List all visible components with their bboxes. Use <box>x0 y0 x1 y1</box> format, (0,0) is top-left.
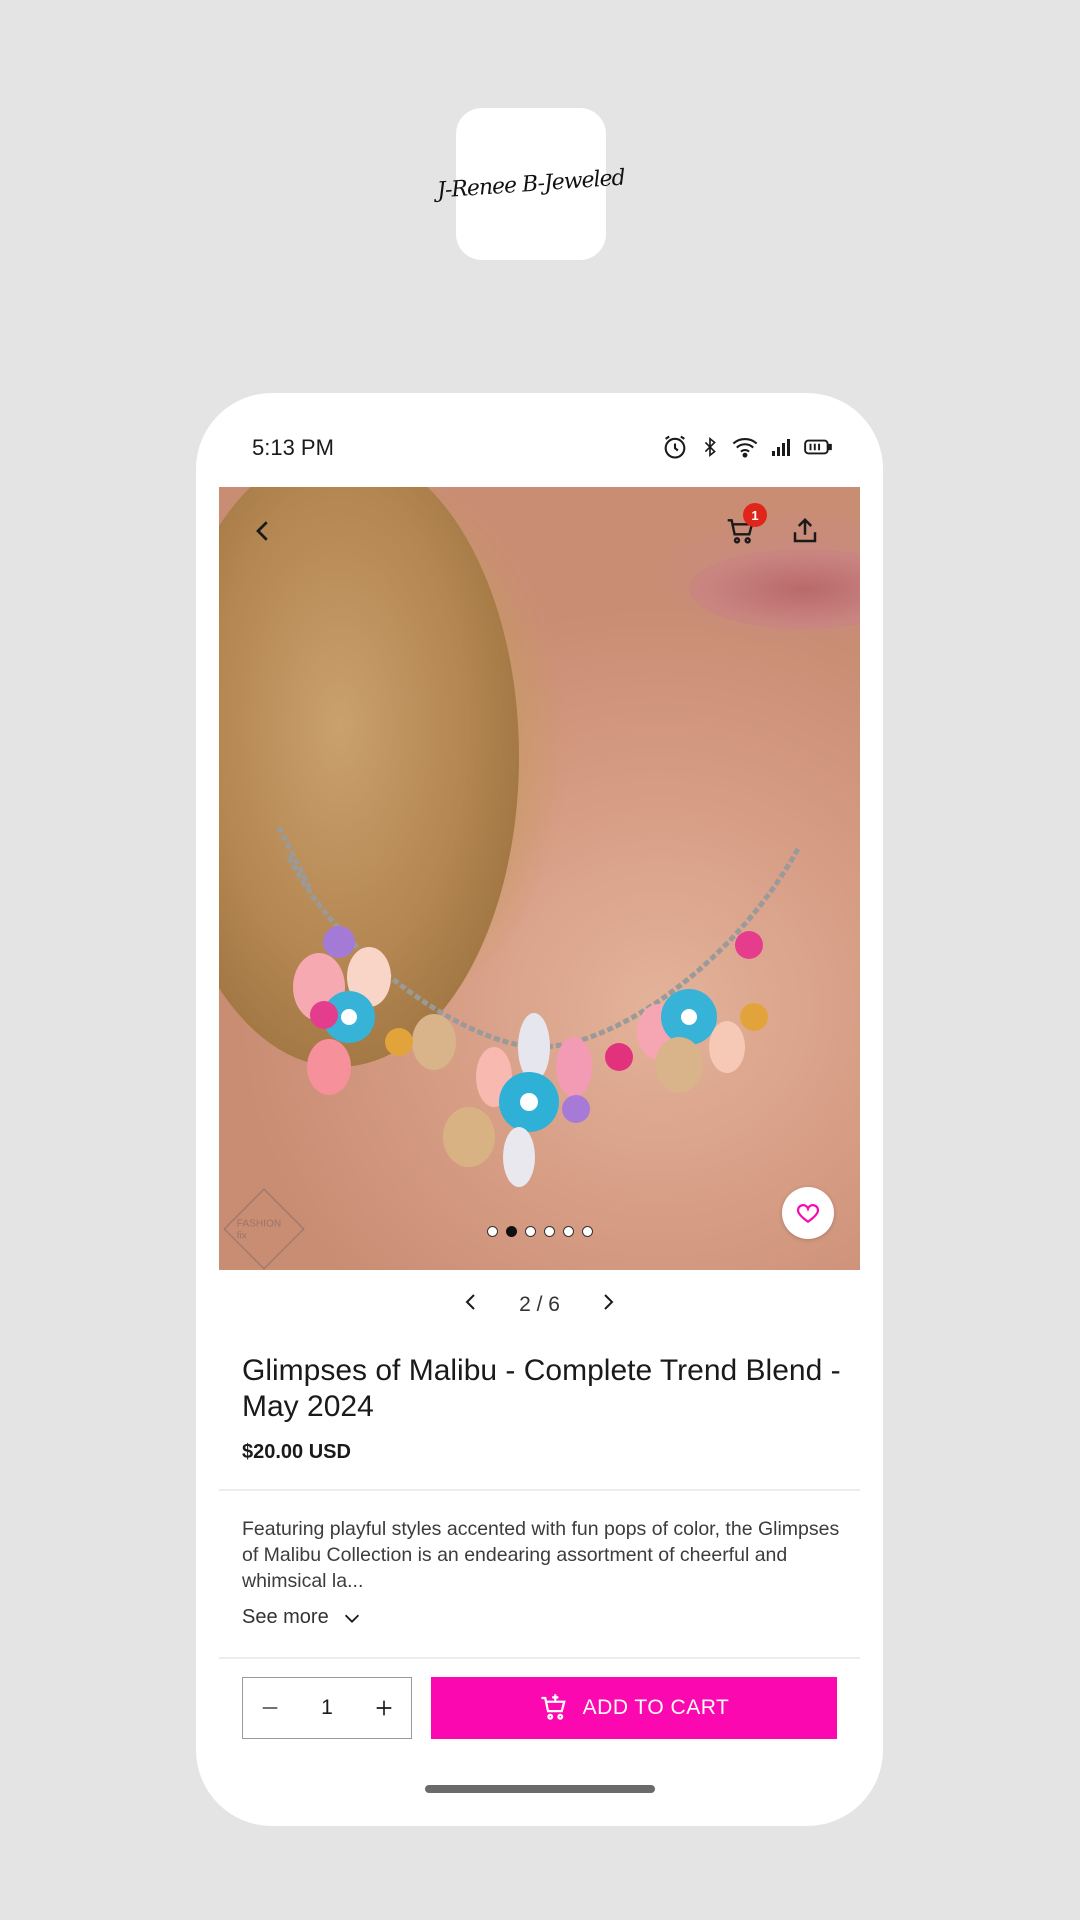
battery-icon <box>804 439 832 455</box>
add-to-cart-button[interactable]: ADD TO CART <box>431 1677 837 1739</box>
gallery-dot[interactable] <box>562 1226 574 1237</box>
quantity-value[interactable]: 1 <box>321 1696 333 1720</box>
chevron-right-icon <box>604 1294 614 1310</box>
brand-logo: J-Renee B-Jeweled <box>436 108 626 260</box>
decrease-quantity-button[interactable] <box>255 1693 285 1723</box>
add-to-cart-icon <box>541 1694 566 1720</box>
share-icon <box>793 517 817 543</box>
product-image-gallery[interactable]: 1 FASHION fix <box>219 487 860 1270</box>
add-to-cart-label: ADD TO CART <box>582 1696 730 1719</box>
home-indicator[interactable] <box>425 1785 655 1793</box>
gallery-dot[interactable] <box>581 1226 593 1237</box>
share-button[interactable] <box>781 507 829 555</box>
status-time: 5:13 PM <box>252 435 334 460</box>
chevron-left-icon <box>256 521 268 541</box>
status-icons <box>661 433 833 461</box>
gallery-dot[interactable] <box>543 1226 555 1237</box>
bluetooth-icon <box>704 437 716 457</box>
gallery-dot-active[interactable] <box>505 1226 517 1237</box>
increase-quantity-button[interactable] <box>369 1693 399 1723</box>
necklace-graphic <box>276 825 802 1187</box>
back-button[interactable] <box>239 507 287 555</box>
wifi-icon <box>732 437 758 458</box>
cart-button[interactable]: 1 <box>717 503 767 555</box>
divider <box>219 1489 860 1491</box>
quantity-stepper: 1 <box>242 1677 412 1739</box>
phone-frame: 5:13 PM 1 FASHION fix 2 / 6 Glimpses of … <box>196 393 883 1826</box>
next-image-button[interactable] <box>596 1290 620 1319</box>
gallery-dot[interactable] <box>486 1226 498 1237</box>
product-description: Featuring playful styles accented with f… <box>242 1518 840 1592</box>
see-more-label: See more <box>242 1606 329 1628</box>
chevron-down-icon <box>344 1614 359 1623</box>
previous-image-button[interactable] <box>459 1290 483 1319</box>
status-bar: 5:13 PM <box>196 393 883 486</box>
image-pager: 2 / 6 <box>196 1290 883 1319</box>
minus-icon <box>262 1707 278 1709</box>
gallery-dots <box>219 1226 860 1237</box>
purchase-bar: 1 ADD TO CART <box>219 1677 860 1777</box>
signal-icon <box>772 439 790 456</box>
product-title: Glimpses of Malibu - Complete Trend Blen… <box>242 1354 841 1423</box>
plus-icon <box>376 1700 392 1716</box>
pager-counter: 2 / 6 <box>519 1292 560 1316</box>
brand-logo-text: J-Renee B-Jeweled <box>436 164 626 204</box>
product-price: $20.00 USD <box>242 1441 351 1463</box>
favorite-button[interactable] <box>782 1187 834 1239</box>
gallery-dot[interactable] <box>524 1226 536 1237</box>
see-more-button[interactable]: See more <box>242 1606 363 1629</box>
heart-icon <box>796 1204 820 1223</box>
chevron-left-icon <box>465 1294 475 1310</box>
alarm-icon <box>664 435 686 459</box>
divider <box>219 1657 860 1659</box>
cart-count-badge: 1 <box>743 503 767 527</box>
